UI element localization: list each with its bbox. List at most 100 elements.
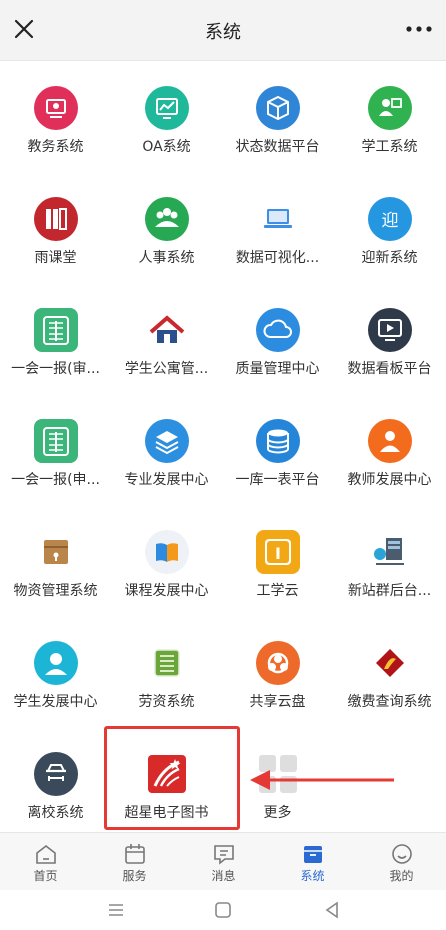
home-icon xyxy=(36,844,56,864)
app-label: 一会一报(申... xyxy=(11,472,100,488)
app-label: 物资管理系统 xyxy=(13,583,98,599)
profile-icon xyxy=(392,844,412,864)
app-label: 质量管理中心 xyxy=(235,361,320,377)
person-icon xyxy=(368,419,412,463)
app-welcome[interactable]: 迎迎新系统 xyxy=(334,171,445,282)
app-monitor[interactable]: 数据看板平台 xyxy=(334,282,445,393)
database-icon xyxy=(256,419,300,463)
app-server[interactable]: 新站群后台... xyxy=(334,504,445,615)
box-icon xyxy=(34,530,78,574)
svg-text:I: I xyxy=(275,544,281,563)
menu-nav-icon[interactable] xyxy=(106,900,126,920)
app-label: 学生公寓管... xyxy=(124,361,209,377)
app-cloud[interactable]: 质量管理中心 xyxy=(222,282,333,393)
home-nav-icon[interactable] xyxy=(213,900,233,920)
app-label: 数据看板平台 xyxy=(347,361,432,377)
payment-icon xyxy=(368,641,412,685)
app-rain-class[interactable]: 雨课堂 xyxy=(0,171,111,282)
app-label: 工学云 xyxy=(256,583,299,599)
tab-calendar[interactable]: 服务 xyxy=(90,833,179,891)
cloud-icon xyxy=(256,308,300,352)
teaching-icon xyxy=(34,86,78,130)
app-label: 一库一表平台 xyxy=(235,472,320,488)
chart-screen-icon xyxy=(145,86,189,130)
list-icon xyxy=(145,641,189,685)
app-box[interactable]: 物资管理系统 xyxy=(0,504,111,615)
app-database[interactable]: 一库一表平台 xyxy=(222,393,333,504)
monitor-icon xyxy=(368,308,412,352)
student-icon xyxy=(34,641,78,685)
book-icon xyxy=(145,530,189,574)
highlight-box xyxy=(104,726,240,830)
tab-label: 消息 xyxy=(211,869,236,883)
app-label: 新站群后台... xyxy=(347,583,432,599)
app-label: 课程发展中心 xyxy=(124,583,209,599)
app-label: 教务系统 xyxy=(27,139,84,155)
svg-text:迎: 迎 xyxy=(382,211,399,231)
app-layers[interactable]: 专业发展中心 xyxy=(111,393,222,504)
app-leave[interactable]: 离校系统 xyxy=(0,726,111,837)
app-book[interactable]: 课程发展中心 xyxy=(111,504,222,615)
calendar-icon xyxy=(125,844,145,864)
app-label: 缴费查询系统 xyxy=(347,694,432,710)
rain-class-icon xyxy=(34,197,78,241)
app-label: 教师发展中心 xyxy=(347,472,432,488)
app-person[interactable]: 教师发展中心 xyxy=(334,393,445,504)
app-label: 劳资系统 xyxy=(138,694,195,710)
app-report[interactable]: 一会一报(审... xyxy=(0,282,111,393)
bottom-tab-bar: 首页 服务 消息 系统 我的 xyxy=(0,832,446,891)
app-apartment[interactable]: 学生公寓管... xyxy=(111,282,222,393)
app-payment[interactable]: 缴费查询系统 xyxy=(334,615,445,726)
tab-message[interactable]: 消息 xyxy=(179,833,268,891)
app-label: 学生发展中心 xyxy=(13,694,98,710)
cube-icon xyxy=(256,86,300,130)
layers-icon xyxy=(145,419,189,463)
report-icon xyxy=(34,419,78,463)
page-title: 系统 xyxy=(205,22,241,43)
app-label: 共享云盘 xyxy=(249,694,306,710)
app-cloud-disk[interactable]: 共享云盘 xyxy=(222,615,333,726)
app-label: OA系统 xyxy=(142,139,191,155)
user-board-icon xyxy=(368,86,412,130)
tab-system[interactable]: 系统 xyxy=(268,833,357,891)
top-bar: 系统 xyxy=(0,0,446,61)
app-label: 一会一报(审... xyxy=(11,361,100,377)
app-chart-screen[interactable]: OA系统 xyxy=(111,60,222,171)
tab-label: 系统 xyxy=(300,869,325,883)
app-gongxueyun[interactable]: I 工学云 xyxy=(222,504,333,615)
tab-label: 我的 xyxy=(389,869,414,883)
app-label: 雨课堂 xyxy=(34,250,77,266)
app-label: 人事系统 xyxy=(138,250,195,266)
app-list[interactable]: 劳资系统 xyxy=(111,615,222,726)
people-icon xyxy=(145,197,189,241)
cloud-disk-icon xyxy=(256,641,300,685)
tab-label: 服务 xyxy=(122,869,147,883)
app-report[interactable]: 一会一报(申... xyxy=(0,393,111,504)
laptop-icon xyxy=(256,197,300,241)
app-student[interactable]: 学生发展中心 xyxy=(0,615,111,726)
app-cube[interactable]: 状态数据平台 xyxy=(222,60,333,171)
pointer-arrow xyxy=(250,770,394,790)
app-teaching[interactable]: 教务系统 xyxy=(0,60,111,171)
tab-home[interactable]: 首页 xyxy=(1,833,90,891)
app-people[interactable]: 人事系统 xyxy=(111,171,222,282)
back-nav-icon[interactable] xyxy=(322,900,342,920)
tab-label: 首页 xyxy=(33,869,58,883)
app-label: 状态数据平台 xyxy=(235,139,320,155)
report-icon xyxy=(34,308,78,352)
more-menu-icon[interactable] xyxy=(404,24,434,34)
welcome-icon: 迎 xyxy=(368,197,412,241)
system-icon xyxy=(304,846,322,863)
apartment-icon xyxy=(145,308,189,352)
tab-profile[interactable]: 我的 xyxy=(357,833,446,891)
gongxueyun-icon: I xyxy=(256,530,300,574)
app-label: 迎新系统 xyxy=(361,250,418,266)
message-icon xyxy=(214,845,234,865)
app-laptop[interactable]: 数据可视化... xyxy=(222,171,333,282)
app-user-board[interactable]: 学工系统 xyxy=(334,60,445,171)
system-nav-bar xyxy=(0,890,446,930)
leave-icon xyxy=(34,752,78,796)
server-icon xyxy=(368,530,412,574)
app-label: 离校系统 xyxy=(27,805,84,821)
app-label: 学工系统 xyxy=(361,139,418,155)
